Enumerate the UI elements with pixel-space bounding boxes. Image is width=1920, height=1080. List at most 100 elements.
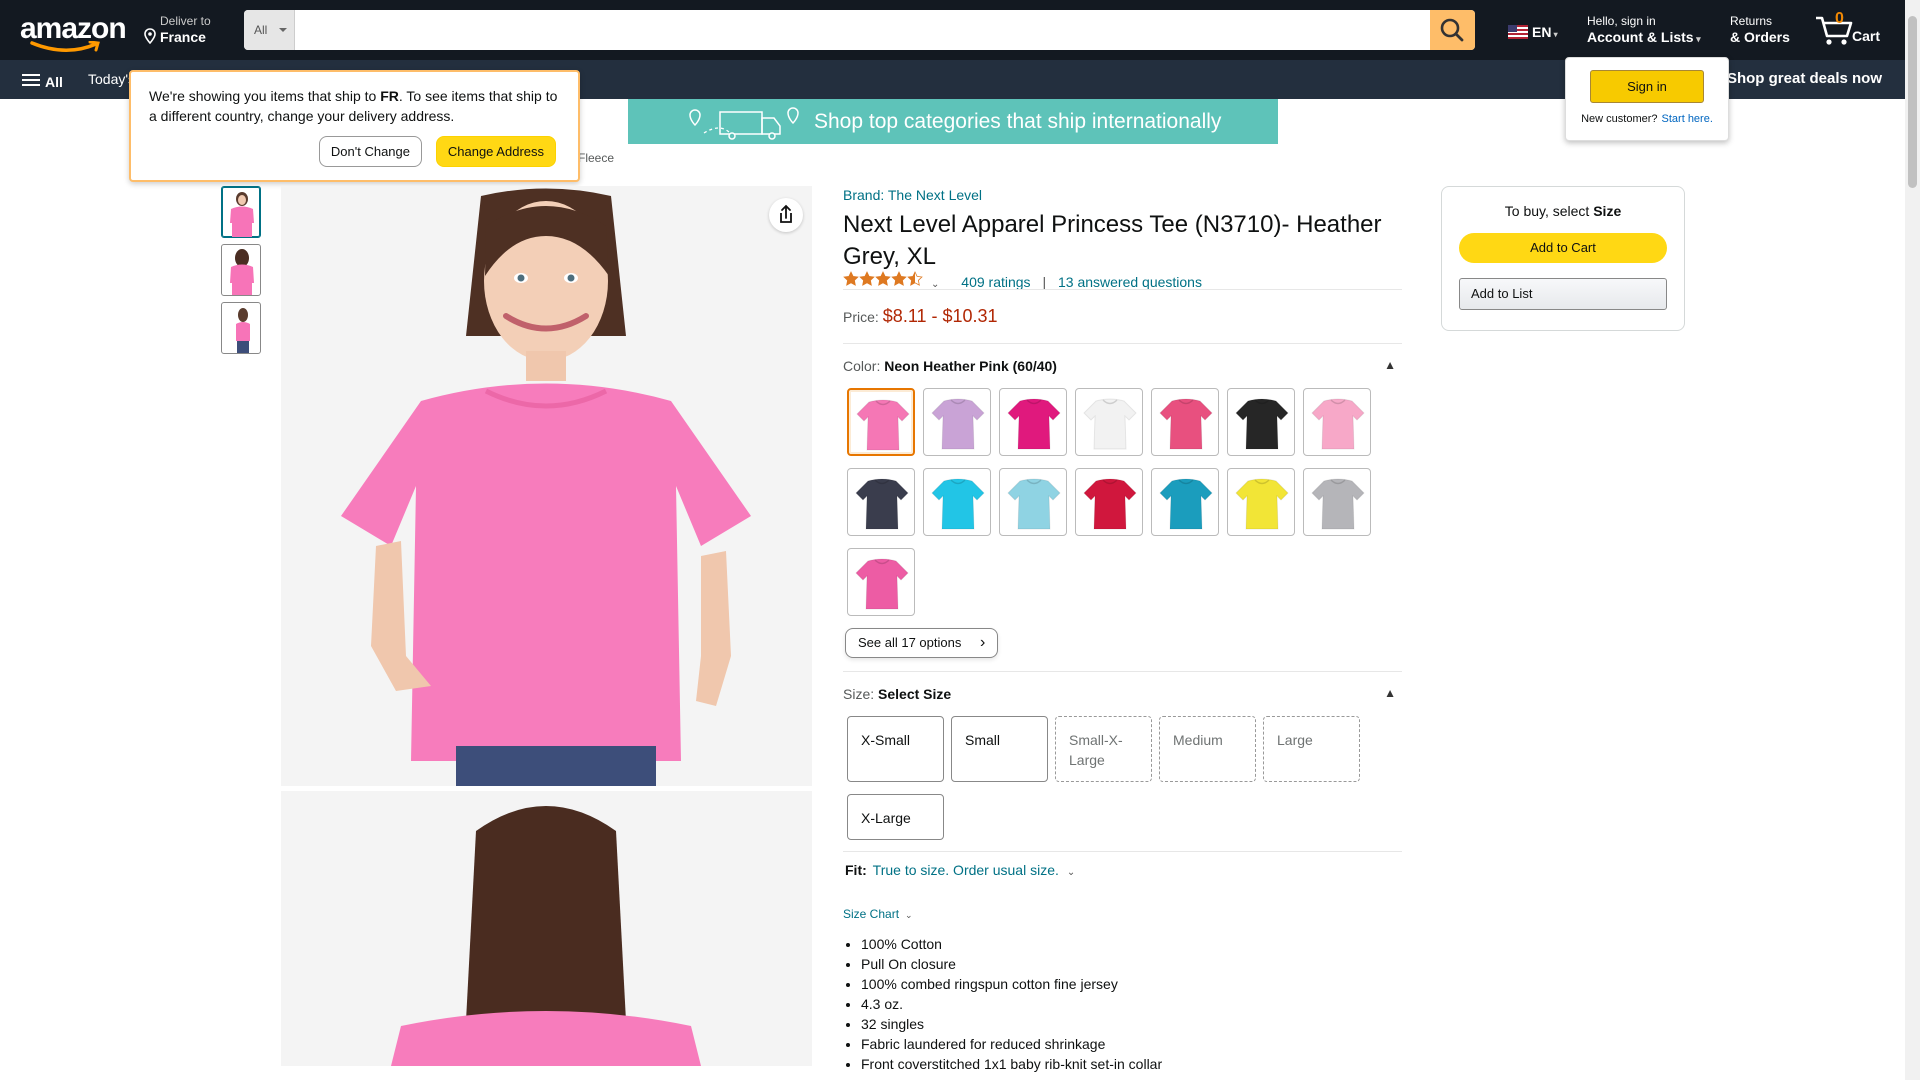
star-icon <box>891 271 907 286</box>
price-value: $8.11 - $10.31 <box>882 306 998 326</box>
deliver-to[interactable]: Deliver to France <box>140 14 211 46</box>
caret-down-icon <box>279 28 287 32</box>
brand-link[interactable]: Brand: The Next Level <box>843 187 1402 203</box>
popover-message: We're showing you items that ship to FR.… <box>149 86 560 126</box>
dont-change-button[interactable]: Don't Change <box>318 136 422 167</box>
tee-swatch-image <box>1311 398 1365 450</box>
collapse-size-icon[interactable]: ▲ <box>1384 686 1396 700</box>
search-bar: All <box>244 10 1475 50</box>
color-swatch[interactable] <box>999 388 1067 456</box>
feature-bullet: Fabric laundered for reduced shrinkage <box>861 1034 1162 1054</box>
color-swatch[interactable] <box>847 468 915 536</box>
price-row: Price: $8.11 - $10.31 <box>843 306 998 327</box>
main-product-image[interactable] <box>281 186 812 786</box>
tee-swatch-image <box>1159 398 1213 450</box>
cart-icon <box>1816 16 1853 45</box>
fit-value[interactable]: True to size. Order usual size. <box>873 862 1059 878</box>
share-button[interactable] <box>769 198 803 232</box>
add-to-cart-button[interactable]: Add to Cart <box>1459 233 1667 263</box>
size-option[interactable]: Medium <box>1159 716 1256 782</box>
tee-swatch-image <box>856 399 910 451</box>
account-lists[interactable]: Hello, sign in Account & Lists ▾ <box>1587 14 1701 48</box>
search-input[interactable] <box>296 10 1423 50</box>
amazon-logo[interactable]: amazon <box>20 14 127 52</box>
color-swatch[interactable] <box>1303 388 1371 456</box>
all-menu-button[interactable]: All <box>22 71 63 90</box>
banner-text: Shop top categories that ship internatio… <box>814 110 1222 133</box>
nav-shop-deals[interactable]: Shop great deals now <box>1727 70 1882 87</box>
breadcrumb[interactable]: Fleece <box>578 151 614 165</box>
size-option[interactable]: Large <box>1263 716 1360 782</box>
search-dept-label: All <box>254 23 268 37</box>
divider <box>843 343 1402 344</box>
color-swatch[interactable] <box>847 548 915 616</box>
delivery-popover: We're showing you items that ship to FR.… <box>129 70 580 182</box>
color-swatch[interactable] <box>923 388 991 456</box>
thumbnail-back[interactable] <box>221 244 261 296</box>
start-here-link[interactable]: Start here. <box>1662 113 1713 125</box>
scrollbar-thumb[interactable] <box>1908 16 1917 188</box>
divider <box>843 671 1402 672</box>
add-to-list-button[interactable]: Add to List <box>1459 278 1667 310</box>
chevron-right-icon: › <box>980 634 986 651</box>
size-option[interactable]: X-Large <box>847 794 944 840</box>
stars-icon <box>843 271 923 286</box>
cart-button[interactable]: 0 Cart <box>1814 10 1884 50</box>
color-swatch[interactable] <box>1151 468 1219 536</box>
color-swatch[interactable] <box>1075 388 1143 456</box>
answered-questions-link[interactable]: 13 answered questions <box>1058 274 1202 290</box>
see-all-label: See all 17 options <box>858 635 962 650</box>
returns-label: Returns <box>1730 14 1773 28</box>
size-chart-link[interactable]: Size Chart ⌄ <box>843 907 913 921</box>
signin-button[interactable]: Sign in <box>1590 70 1704 103</box>
color-swatch[interactable] <box>923 468 991 536</box>
color-swatch[interactable] <box>1075 468 1143 536</box>
see-all-options-button[interactable]: See all 17 options › <box>845 628 999 658</box>
search-button[interactable] <box>1430 10 1475 50</box>
ratings-count-link[interactable]: 409 ratings <box>961 274 1030 290</box>
scrollbar[interactable] <box>1905 0 1920 1080</box>
girl-back-view-image <box>281 791 812 1066</box>
thumbnail-front[interactable] <box>221 186 261 238</box>
star-icon <box>859 271 875 286</box>
divider <box>843 289 1402 290</box>
returns-orders[interactable]: Returns & Orders <box>1730 14 1790 46</box>
search-icon <box>1440 18 1464 42</box>
international-banner[interactable]: Shop top categories that ship internatio… <box>628 99 1278 144</box>
collapse-color-icon[interactable]: ▲ <box>1384 358 1396 372</box>
product-thumbnail-image <box>230 192 254 237</box>
buy-prompt: To buy, select Size <box>1442 203 1684 219</box>
account-greeting: Hello, sign in <box>1587 14 1656 28</box>
orders-label: & Orders <box>1730 29 1790 45</box>
language-label: EN <box>1532 24 1552 40</box>
feature-bullet: Front coverstitched 1x1 baby rib-knit se… <box>861 1054 1162 1074</box>
size-label: Size: <box>843 686 875 702</box>
thumbnail-side[interactable] <box>221 302 261 354</box>
color-swatch[interactable] <box>1151 388 1219 456</box>
color-swatch[interactable] <box>847 388 915 456</box>
color-swatch[interactable] <box>1227 468 1295 536</box>
tee-swatch-image <box>1235 478 1289 530</box>
color-swatch[interactable] <box>999 468 1067 536</box>
size-option[interactable]: Small <box>951 716 1048 782</box>
size-label-row: Size: Select Size <box>843 686 951 702</box>
size-chart-label: Size Chart <box>843 907 900 921</box>
all-label: All <box>45 74 63 90</box>
chevron-down-icon[interactable]: ⌄ <box>1067 867 1075 878</box>
size-option[interactable]: X-Small <box>847 716 944 782</box>
feature-bullet: 4.3 oz. <box>861 994 1162 1014</box>
share-icon <box>780 204 792 223</box>
divider <box>843 851 1402 852</box>
color-swatch[interactable] <box>1227 388 1295 456</box>
nav-todays-deals[interactable]: Today's <box>88 71 135 87</box>
search-department-select[interactable]: All <box>244 10 295 50</box>
language-selector[interactable]: EN ▾ <box>1508 24 1558 40</box>
secondary-product-image[interactable] <box>281 791 812 1066</box>
size-option[interactable]: Small-X-Large <box>1055 716 1152 782</box>
star-icon <box>875 271 891 286</box>
change-address-button[interactable]: Change Address <box>435 136 556 167</box>
product-title: Next Level Apparel Princess Tee (N3710)-… <box>843 211 1382 270</box>
color-swatch[interactable] <box>1303 468 1371 536</box>
cart-label: Cart <box>1852 28 1881 44</box>
tee-swatch-image <box>1083 478 1137 530</box>
